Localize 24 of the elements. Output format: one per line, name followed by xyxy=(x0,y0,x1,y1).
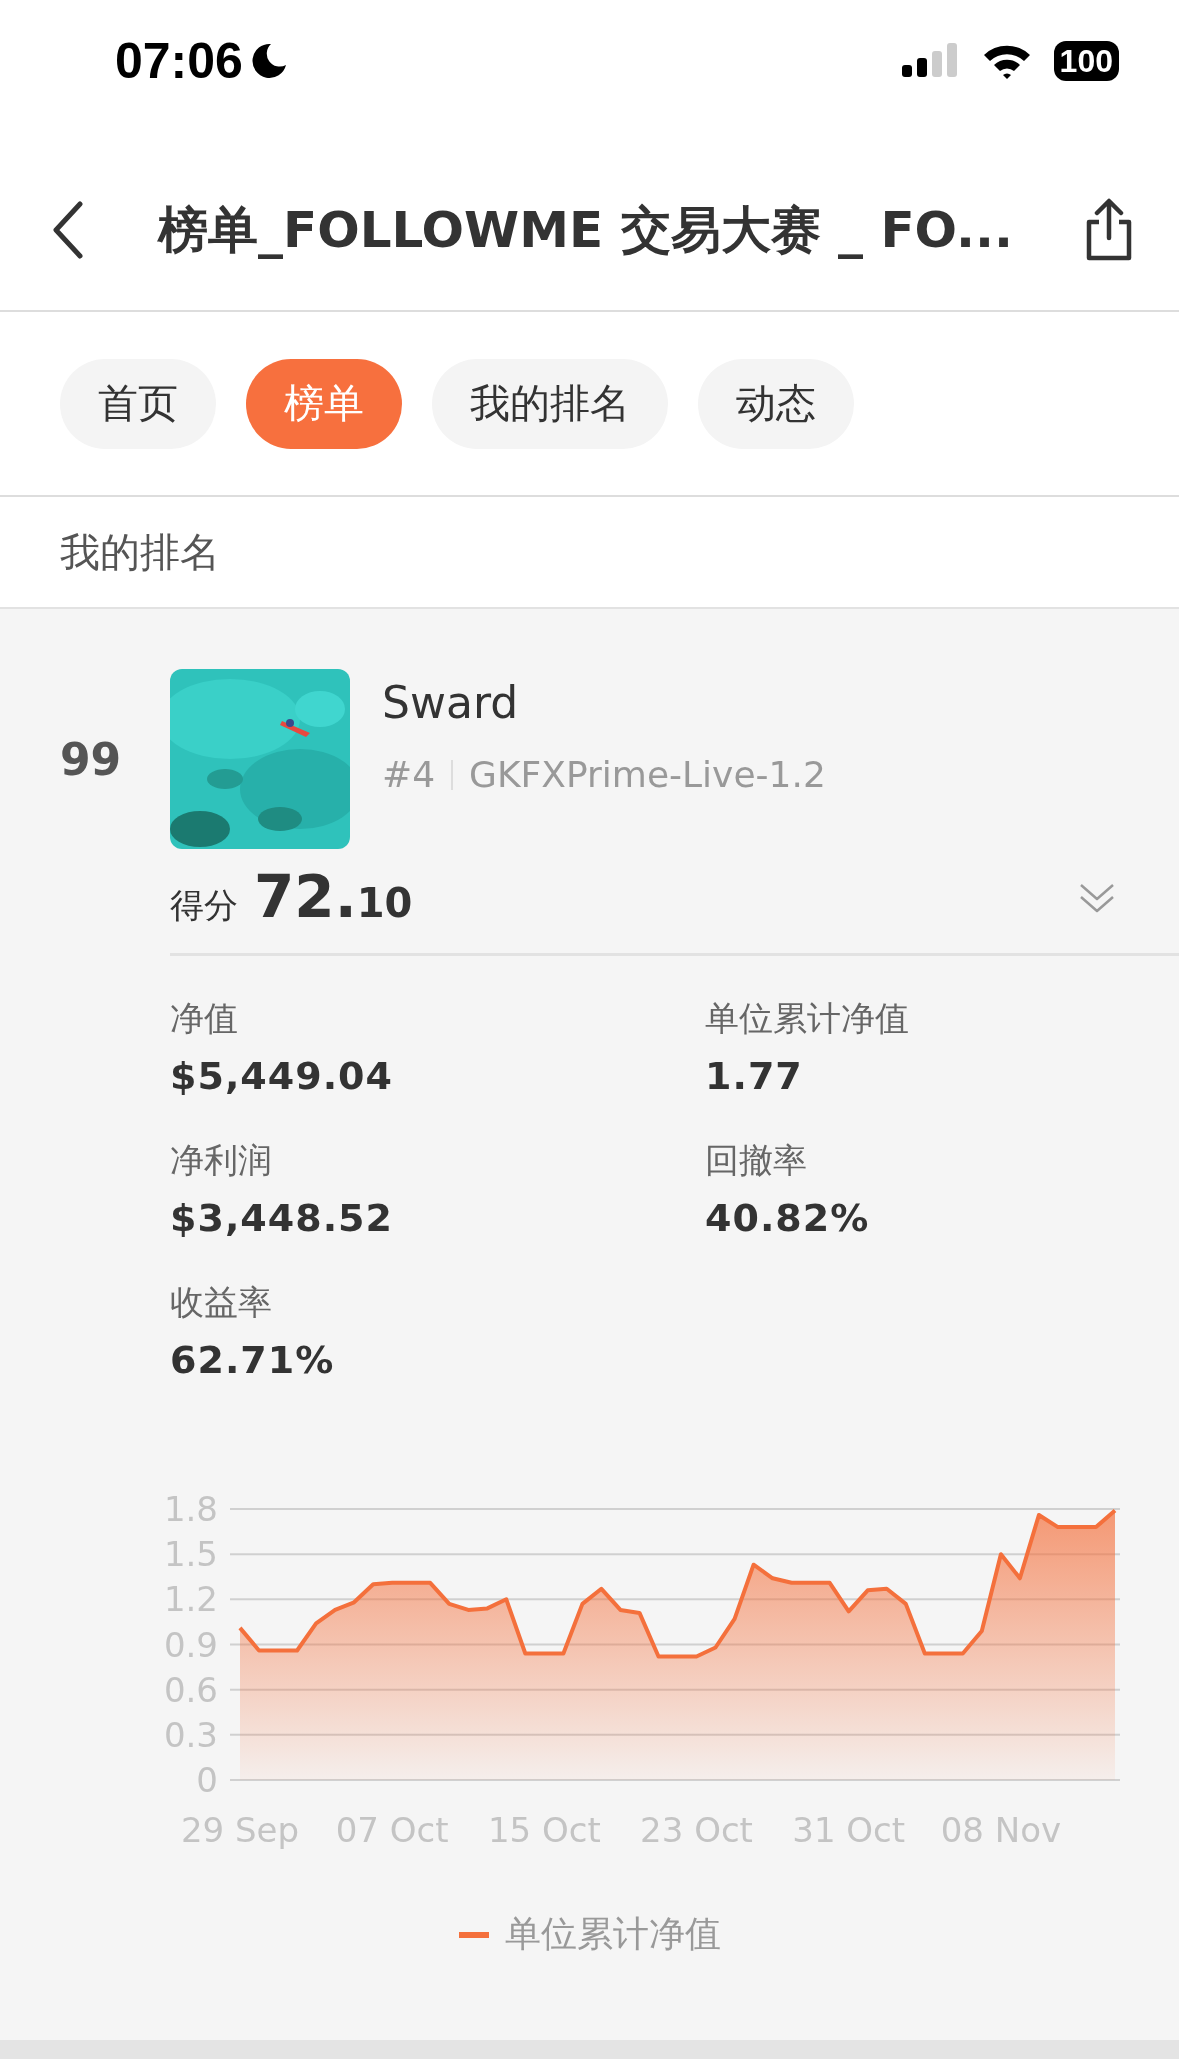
stat-value: $5,449.04 xyxy=(170,1054,394,1098)
page-title: 榜单_FOLLOWME 交易大赛 _ FO... xyxy=(158,199,1014,261)
rank-number: 99 xyxy=(59,733,123,785)
legend-label: 单位累计净值 xyxy=(504,1912,721,1956)
user-name: Sward xyxy=(382,677,520,728)
entry-number: #4 xyxy=(382,754,436,795)
score-label: 得分 xyxy=(170,884,238,927)
battery-level: 100 xyxy=(1059,42,1113,80)
stat-label: 单位累计净值 xyxy=(705,997,910,1040)
score-value: 72.10 xyxy=(254,863,413,931)
clock-time: 07:06 xyxy=(115,32,243,90)
server-name: GKFXPrime-Live-1.2 xyxy=(469,754,826,795)
stat-value: 40.82% xyxy=(705,1196,871,1240)
tab[interactable]: 动态 xyxy=(698,358,854,449)
tab[interactable]: 首页 xyxy=(60,358,216,449)
stat-label: 收益率 xyxy=(170,1281,273,1324)
tab[interactable]: 我的排名 xyxy=(432,358,668,449)
stat-label: 净值 xyxy=(170,997,239,1040)
stat-value: 1.77 xyxy=(705,1054,804,1098)
stat-value: $3,448.52 xyxy=(170,1196,394,1240)
section-title: 我的排名 xyxy=(60,527,220,577)
stat-label: 净利润 xyxy=(170,1139,273,1182)
stat-value: 62.71% xyxy=(170,1338,336,1382)
stat-label: 回撤率 xyxy=(705,1139,808,1182)
